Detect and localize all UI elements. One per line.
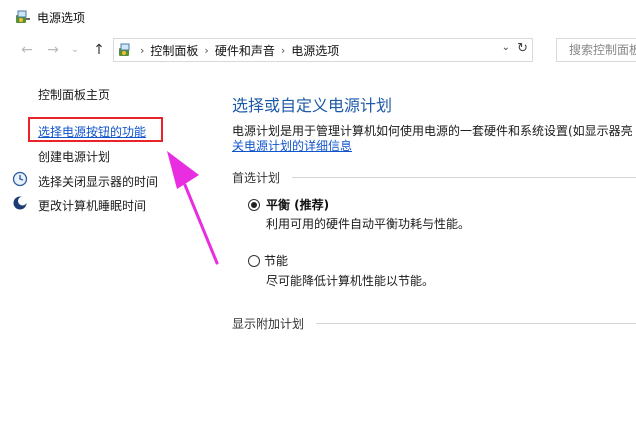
show-additional-plans-title[interactable]: 显示附加计划 bbox=[232, 315, 304, 332]
address-dropdown-icon[interactable]: ⌄ bbox=[502, 42, 510, 53]
annotation-arrow bbox=[167, 151, 219, 265]
balanced-plan-radio[interactable] bbox=[248, 199, 260, 211]
search-input[interactable]: 搜索控制面板 bbox=[556, 38, 636, 62]
breadcrumb-separator-icon: › bbox=[280, 43, 286, 57]
breadcrumb-separator-icon: › bbox=[140, 43, 145, 57]
sidebar-item-create-plan[interactable]: 创建电源计划 bbox=[38, 148, 110, 165]
group-divider bbox=[316, 323, 636, 324]
power-options-icon bbox=[16, 10, 30, 23]
forward-arrow-icon[interactable]: → bbox=[44, 40, 62, 60]
control-panel-icon bbox=[119, 43, 130, 56]
group-divider bbox=[292, 177, 636, 178]
sidebar-home-link[interactable]: 控制面板主页 bbox=[38, 86, 110, 103]
sidebar-item-sleep-time[interactable]: 更改计算机睡眠时间 bbox=[38, 197, 146, 214]
power-plan-details-link[interactable]: 关电源计划的详细信息 bbox=[232, 137, 352, 154]
back-arrow-icon[interactable]: ← bbox=[18, 40, 36, 60]
breadcrumb-separator-icon: › bbox=[204, 43, 209, 57]
window-title: 电源选项 bbox=[37, 10, 86, 25]
moon-sleep-icon bbox=[13, 196, 27, 210]
page-title: 选择或自定义电源计划 bbox=[232, 96, 393, 115]
recent-locations-icon[interactable]: ⌄ bbox=[66, 40, 84, 60]
breadcrumb-power-options[interactable]: 电源选项 bbox=[291, 42, 339, 59]
breadcrumb-control-panel[interactable]: 控制面板 bbox=[150, 42, 198, 59]
sidebar-item-display-off[interactable]: 选择关闭显示器的时间 bbox=[38, 173, 158, 190]
navigation-bar: ← → ⌄ ↑ › 控制面板 › 硬件和声音 › 电源选项 ⌄ ↻ 搜索控制面板 bbox=[0, 36, 636, 64]
sidebar-item-power-button[interactable]: 选择电源按钮的功能 bbox=[38, 123, 146, 140]
preferred-plans-title: 首选计划 bbox=[232, 171, 281, 185]
balanced-plan-name[interactable]: 平衡 (推荐) bbox=[266, 196, 329, 213]
power-saver-plan-description: 尽可能降低计算机性能以节能。 bbox=[266, 274, 435, 288]
power-saver-plan-radio[interactable] bbox=[248, 255, 260, 267]
title-bar: 电源选项 bbox=[0, 0, 636, 34]
address-bar[interactable]: › 控制面板 › 硬件和声音 › 电源选项 ⌄ ↻ bbox=[113, 38, 533, 62]
power-saver-plan-name[interactable]: 节能 bbox=[264, 252, 288, 269]
monitor-clock-icon bbox=[12, 171, 28, 187]
refresh-icon[interactable]: ↻ bbox=[517, 41, 528, 56]
up-arrow-icon[interactable]: ↑ bbox=[90, 40, 108, 60]
breadcrumb-hardware-sound[interactable]: 硬件和声音 bbox=[215, 42, 275, 59]
balanced-plan-description: 利用可用的硬件自动平衡功耗与性能。 bbox=[266, 217, 471, 231]
